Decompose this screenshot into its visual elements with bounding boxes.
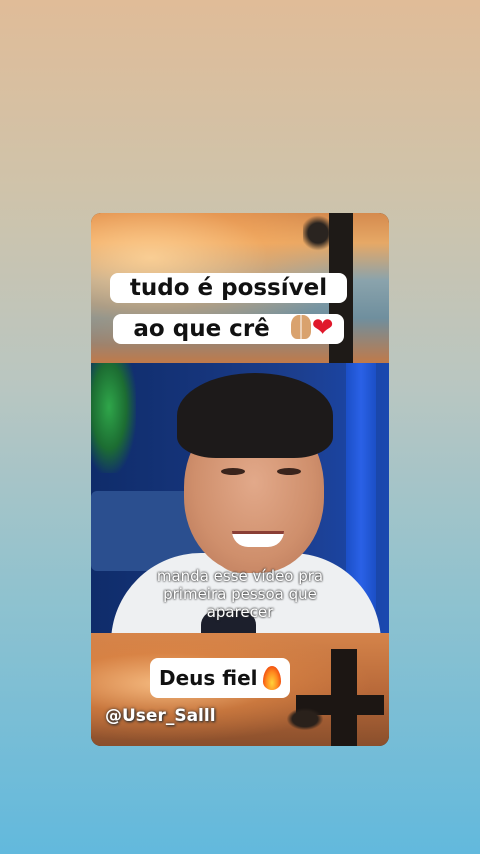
fire-icon [262,666,281,690]
bottom-caption: Deus fiel [150,658,290,698]
user-handle[interactable]: @User_Salll [105,706,216,726]
bottom-caption-text: Deus fiel [159,666,258,690]
praying-hands-icon [290,315,311,339]
top-caption: tudo é possível ao que crê ❤ [106,268,351,350]
nest-silhouette [287,708,323,730]
speaker-smile [232,531,284,547]
heart-icon: ❤ [311,313,334,343]
speaker-hair [177,373,333,458]
post-card[interactable]: tudo é possível ao que crê ❤ manda esse … [91,213,389,746]
plant-background [91,363,136,473]
video-overlay-text: manda esse vídeo pra primeira pessoa que… [156,567,324,621]
speaker-eye-right [277,468,301,475]
speaker-eye-left [221,468,245,475]
